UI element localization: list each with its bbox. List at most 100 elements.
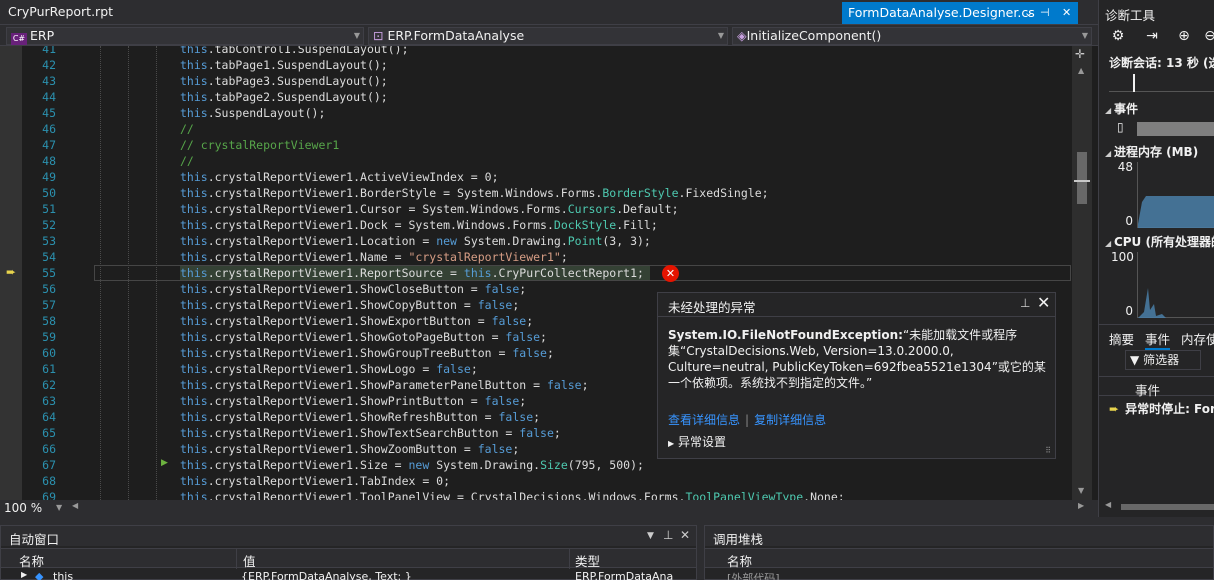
col-name[interactable]: 名称 xyxy=(19,551,44,570)
col-name[interactable]: 名称 xyxy=(727,551,752,570)
code-text: this.crystalReportViewer1.ShowZoomButton… xyxy=(180,441,519,457)
tab-pin-icon[interactable]: ⊣ xyxy=(1040,2,1050,24)
code-token: // xyxy=(180,154,194,168)
class-dropdown[interactable]: ⊡ ERP.FormDataAnalyse ▼ xyxy=(368,27,728,45)
tab-memory-usage[interactable]: 内存使 xyxy=(1181,329,1214,348)
code-line[interactable]: 54 this.crystalReportViewer1.Name = "crys… xyxy=(0,249,1072,265)
tab-summary[interactable]: 摘要 xyxy=(1109,329,1134,348)
code-line[interactable]: 46 // xyxy=(0,121,1072,137)
scroll-down-icon[interactable]: ▼ xyxy=(1078,486,1084,495)
chevron-down-icon[interactable]: ▼ xyxy=(647,531,654,541)
code-line[interactable]: 53 this.crystalReportViewer1.Location = n… xyxy=(0,233,1072,249)
column-divider[interactable] xyxy=(236,549,237,569)
panel-splitter[interactable] xyxy=(0,517,1214,525)
memory-section-header[interactable]: 进程内存 (MB) xyxy=(1105,143,1198,160)
code-line[interactable]: 51 this.crystalReportViewer1.Cursor = Sys… xyxy=(0,201,1072,217)
cpu-section-header[interactable]: CPU (所有处理器的 xyxy=(1105,233,1214,250)
zoom-level: 100 % xyxy=(4,501,43,515)
filter-dropdown[interactable]: ▼ 筛选器 xyxy=(1125,350,1201,370)
copy-details-link[interactable]: 复制详细信息 xyxy=(754,413,826,427)
col-event[interactable]: 事件 xyxy=(1135,380,1160,399)
pin-icon[interactable]: ⊥ xyxy=(1020,296,1030,310)
code-token: this xyxy=(180,186,208,200)
code-line[interactable]: 43 this.tabPage3.SuspendLayout(); xyxy=(0,73,1072,89)
column-divider[interactable] xyxy=(569,549,570,569)
code-line[interactable]: 68 this.crystalReportViewer1.TabIndex = 0… xyxy=(0,473,1072,489)
editor-status-strip: 100 % ▼ ◀ ▶ xyxy=(0,500,1098,517)
col-type[interactable]: 类型 xyxy=(575,551,600,570)
autos-column-header: 名称 值 类型 xyxy=(1,548,696,570)
export-icon[interactable]: ⇥ xyxy=(1141,28,1163,48)
code-token: .tabControl1.SuspendLayout(); xyxy=(207,46,409,56)
zoom-in-icon[interactable]: ⊕ xyxy=(1173,28,1195,48)
code-text: this.crystalReportViewer1.Location = new… xyxy=(180,233,651,249)
diag-horizontal-scrollbar[interactable]: ◀ xyxy=(1099,500,1214,512)
code-line[interactable]: 52 this.crystalReportViewer1.Dock = Syste… xyxy=(0,217,1072,233)
cpu-axis-min: 0 xyxy=(1125,304,1133,318)
code-text: this.crystalReportViewer1.TabIndex = 0; xyxy=(180,473,450,489)
editor-vertical-scrollbar[interactable]: ✛ ▲ ▼ xyxy=(1072,46,1092,500)
split-window-icon[interactable]: ✛ xyxy=(1075,47,1085,61)
list-item[interactable]: [外部代码] xyxy=(705,570,1213,580)
editor-horizontal-scrollbar[interactable]: ◀ ▶ xyxy=(72,501,1084,513)
code-token: this xyxy=(180,378,208,392)
code-token: .crystalReportViewer1.ReportSource = xyxy=(207,266,464,280)
code-text: this.crystalReportViewer1.ShowCloseButto… xyxy=(180,281,526,297)
session-timeline[interactable] xyxy=(1109,74,1214,92)
code-token: .crystalReportViewer1.ShowCloseButton = xyxy=(207,282,485,296)
code-line[interactable]: 50 this.crystalReportViewer1.BorderStyle … xyxy=(0,185,1072,201)
scroll-right-icon[interactable]: ▶ xyxy=(1078,501,1084,510)
resize-grip-icon[interactable]: ⠿ xyxy=(1045,446,1051,455)
tab-dropdown-icon[interactable]: ⌄ xyxy=(1024,2,1033,24)
code-line[interactable]: 45 this.SuspendLayout(); xyxy=(0,105,1072,121)
col-value[interactable]: 值 xyxy=(243,551,256,570)
code-text: this.crystalReportViewer1.Name = "crysta… xyxy=(180,249,568,265)
settings-gear-icon[interactable]: ⚙ xyxy=(1107,28,1129,48)
pin-icon[interactable]: ⊥ xyxy=(663,528,673,542)
view-details-link[interactable]: 查看详细信息 xyxy=(668,413,740,427)
scroll-thumb[interactable] xyxy=(1077,152,1087,204)
error-glyph-icon[interactable]: ✕ xyxy=(662,265,679,282)
call-stack-window: 调用堆栈 名称 [外部代码] xyxy=(704,525,1214,580)
pause-icon: ▯ xyxy=(1117,120,1124,134)
scroll-left-icon[interactable]: ◀ xyxy=(1105,500,1111,509)
line-number: 65 xyxy=(42,426,56,440)
events-section-header[interactable]: 事件 xyxy=(1105,100,1138,117)
list-item[interactable]: ➨ 异常时停止: For xyxy=(1109,400,1214,417)
tab-events[interactable]: 事件 xyxy=(1145,329,1171,350)
tab-close-icon[interactable]: ✕ xyxy=(1062,2,1071,24)
code-line[interactable]: 49 this.crystalReportViewer1.ActiveViewIn… xyxy=(0,169,1072,185)
scroll-up-icon[interactable]: ▲ xyxy=(1078,66,1084,75)
code-token: false xyxy=(477,298,513,312)
code-line[interactable]: 42 this.tabPage1.SuspendLayout(); xyxy=(0,57,1072,73)
table-row[interactable]: ▶ ◆ this {ERP.FormDataAnalyse, Text: } E… xyxy=(1,570,696,580)
current-code-line[interactable]: 55 this.crystalReportViewer1.ReportSource… xyxy=(0,265,1072,281)
code-editor[interactable]: ➨ ▶ 41 this.tabControl1.SuspendLayout(); 4… xyxy=(0,46,1098,500)
close-icon[interactable]: ✕ xyxy=(1037,293,1050,312)
scroll-thumb[interactable] xyxy=(1121,504,1214,510)
line-number: 66 xyxy=(42,442,56,456)
scroll-left-icon[interactable]: ◀ xyxy=(72,501,78,510)
code-line[interactable]: 41 this.tabControl1.SuspendLayout(); xyxy=(0,46,1072,57)
memory-graph-svg xyxy=(1138,196,1214,228)
zoom-dropdown[interactable]: 100 % ▼ xyxy=(4,500,64,516)
close-icon[interactable]: ✕ xyxy=(680,528,690,542)
code-token: .crystalReportViewer1.ShowParameterPanel… xyxy=(207,378,547,392)
line-number: 51 xyxy=(42,202,56,216)
member-dropdown[interactable]: ◈InitializeComponent() ▼ xyxy=(732,27,1092,45)
code-token: ; xyxy=(512,442,520,456)
tab-cryPurReport[interactable]: CryPurReport.rpt xyxy=(0,0,113,24)
code-token: .tabPage3.SuspendLayout(); xyxy=(207,74,388,88)
project-dropdown[interactable]: C# ERP ▼ xyxy=(6,27,364,45)
code-line[interactable]: 48 // xyxy=(0,153,1072,169)
exception-settings-expander[interactable]: ▶ 异常设置 xyxy=(668,433,726,450)
tab-formdataanalyse-designer[interactable]: FormDataAnalyse.Designer.cs ⌄ ⊣ ✕ xyxy=(842,2,1078,24)
expand-arrow-icon[interactable]: ▶ xyxy=(21,570,27,579)
code-line[interactable]: 67 this.crystalReportViewer1.Size = new S… xyxy=(0,457,1072,473)
code-token: ; xyxy=(470,362,478,376)
code-line[interactable]: 44 this.tabPage2.SuspendLayout(); xyxy=(0,89,1072,105)
zoom-out-icon[interactable]: ⊖ xyxy=(1199,28,1214,48)
code-line[interactable]: 47 // crystalReportViewer1 xyxy=(0,137,1072,153)
code-line[interactable]: 69 this.crystalReportViewer1.ToolPanelVie… xyxy=(0,489,1072,500)
code-token: ; xyxy=(546,346,554,360)
